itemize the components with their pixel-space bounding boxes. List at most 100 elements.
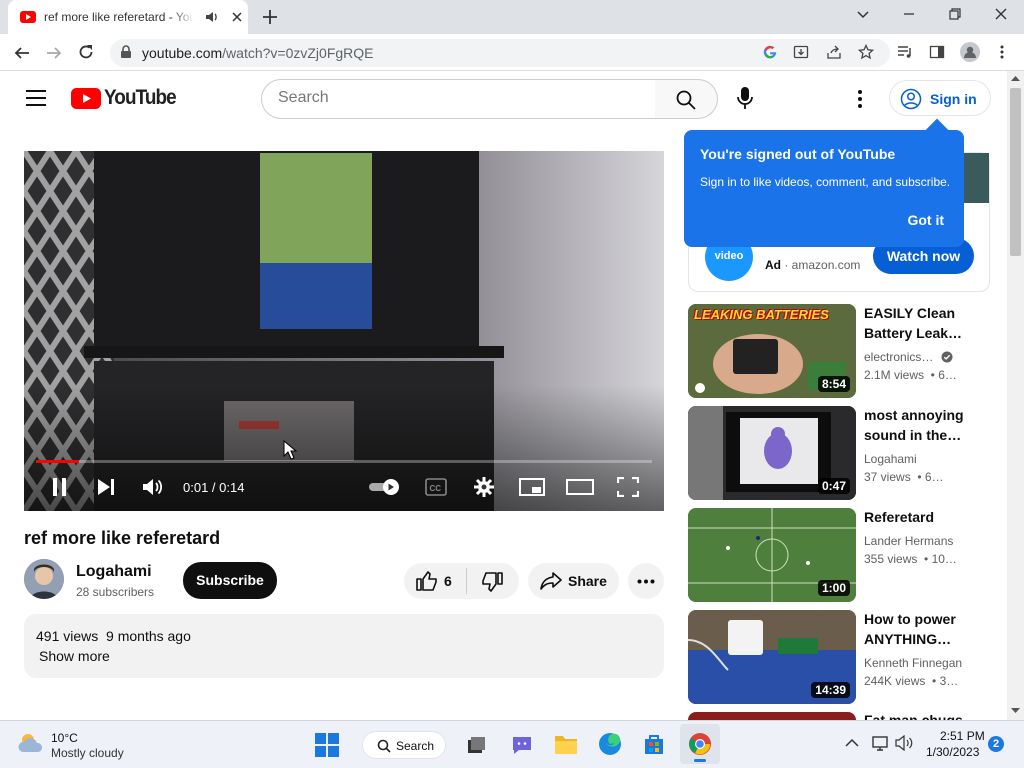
progress-bar[interactable] <box>36 460 652 463</box>
sign-in-button[interactable]: Sign in <box>889 80 991 116</box>
rec-duration: 0:47 <box>817 478 850 494</box>
lock-icon[interactable] <box>120 45 132 59</box>
subscribe-button[interactable]: Subscribe <box>183 562 277 599</box>
time-display: 0:01 / 0:14 <box>183 480 245 495</box>
rec-meta-3: 355 views • 10… <box>864 552 957 566</box>
chrome-menu-icon[interactable] <box>994 44 1010 60</box>
rec-channel-1[interactable]: electronics… <box>864 350 953 364</box>
clock-time[interactable]: 2:51 PM <box>940 729 985 743</box>
google-lens-icon[interactable] <box>762 44 778 60</box>
clock-date[interactable]: 1/30/2023 <box>926 745 979 759</box>
bookmark-star-icon[interactable] <box>858 44 874 60</box>
audio-playing-icon[interactable] <box>205 10 219 24</box>
task-view-icon[interactable] <box>466 735 486 755</box>
settings-more-icon[interactable] <box>852 89 868 109</box>
minimize-icon[interactable] <box>901 6 917 22</box>
got-it-button[interactable]: Got it <box>907 212 944 228</box>
forward-icon[interactable] <box>45 44 63 62</box>
weather-condition[interactable]: Mostly cloudy <box>51 746 124 760</box>
theater-mode-icon[interactable] <box>566 479 594 495</box>
profile-avatar-icon[interactable] <box>960 42 980 62</box>
scrollbar-thumb[interactable] <box>1010 88 1021 256</box>
guide-menu-icon[interactable] <box>26 89 46 107</box>
rec-channel-4[interactable]: Kenneth Finnegan <box>864 656 962 670</box>
thumbs-down-icon <box>482 572 503 592</box>
video-frame <box>24 151 664 511</box>
autoplay-toggle-icon[interactable] <box>367 477 403 497</box>
volume-icon[interactable] <box>142 477 164 497</box>
tab-search-chevron-icon[interactable] <box>855 6 871 22</box>
share-button[interactable]: Share <box>528 563 619 599</box>
rec-thumbnail-3[interactable]: 1:00 <box>688 508 856 602</box>
description-box[interactable]: 491 views 9 months ago Show more <box>24 614 664 678</box>
back-icon[interactable] <box>13 44 31 62</box>
video-player[interactable] <box>24 151 664 511</box>
next-video-icon[interactable] <box>96 477 116 497</box>
media-control-icon[interactable] <box>897 44 913 60</box>
channel-avatar[interactable] <box>24 559 64 599</box>
voice-search-icon[interactable] <box>737 86 753 110</box>
subtitles-icon[interactable]: CC <box>425 478 447 496</box>
more-actions-button[interactable] <box>628 563 664 599</box>
show-hidden-icons-chevron-icon[interactable] <box>845 738 859 748</box>
weather-temperature[interactable]: 10°C <box>51 731 78 745</box>
fullscreen-icon[interactable] <box>617 477 639 497</box>
close-window-icon[interactable] <box>993 6 1009 22</box>
search-icon <box>676 90 696 110</box>
browser-tab[interactable]: ref more like referetard - YouTube <box>8 0 248 34</box>
rec-title-3[interactable]: Referetard <box>864 507 984 527</box>
weather-cloud-icon[interactable] <box>17 732 45 754</box>
restore-icon[interactable] <box>947 6 963 22</box>
rec-thumbnail-1[interactable]: LEAKING BATTERIES 8:54 <box>688 304 856 398</box>
pause-icon[interactable] <box>51 477 69 497</box>
install-app-icon[interactable] <box>793 44 809 60</box>
edge-browser-icon[interactable] <box>598 732 622 756</box>
rec-meta-4: 244K views • 3… <box>864 674 959 688</box>
microsoft-store-icon[interactable] <box>642 733 666 755</box>
rec-title-2[interactable]: most annoying sound in the… <box>864 405 984 445</box>
rec-title-4[interactable]: How to power ANYTHING… <box>864 609 984 649</box>
settings-gear-icon[interactable] <box>473 476 495 498</box>
tooltip-title: You're signed out of YouTube <box>700 146 896 162</box>
dislike-button[interactable] <box>481 572 503 592</box>
youtube-logo-icon[interactable] <box>71 88 101 109</box>
speaker-icon[interactable] <box>895 735 913 751</box>
miniplayer-icon[interactable] <box>519 478 545 496</box>
channel-name[interactable]: Logahami <box>76 563 152 581</box>
more-horizontal-icon <box>637 579 655 584</box>
page-scrollbar[interactable] <box>1007 71 1024 720</box>
new-tab-icon[interactable] <box>260 7 280 27</box>
scroll-down-icon <box>1011 708 1020 713</box>
like-count: 6 <box>444 573 452 589</box>
like-button[interactable] <box>416 571 438 591</box>
reload-icon[interactable] <box>77 43 95 61</box>
youtube-logo-text[interactable]: YouTube <box>104 86 177 110</box>
ad-attribution: Ad · amazon.com <box>765 258 861 272</box>
notification-badge[interactable]: 2 <box>988 736 1004 752</box>
rec-duration: 1:00 <box>817 580 850 596</box>
rec-thumbnail-4[interactable]: 14:39 <box>688 610 856 704</box>
scroll-up-icon <box>1011 76 1020 81</box>
chat-icon[interactable] <box>510 733 534 757</box>
rec-duration: 14:39 <box>811 682 850 698</box>
rec-thumbnail-5[interactable] <box>688 712 856 720</box>
close-tab-icon[interactable] <box>230 10 244 24</box>
search-button[interactable] <box>655 79 718 119</box>
rec-title-5[interactable]: Fat man chugs <box>864 711 984 720</box>
chrome-taskbar-button[interactable] <box>680 724 720 764</box>
taskbar-search-box[interactable]: Search <box>362 731 446 759</box>
rec-thumbnail-2[interactable]: 0:47 <box>688 406 856 500</box>
share-icon[interactable] <box>826 44 842 60</box>
tooltip-body: Sign in to like videos, comment, and sub… <box>700 175 951 189</box>
mouse-cursor-icon <box>283 440 297 460</box>
rec-channel-3[interactable]: Lander Hermans <box>864 534 953 548</box>
rec-title-1[interactable]: EASILY Clean Battery Leak… <box>864 303 984 343</box>
url-text[interactable]: youtube.com/watch?v=0zvZj0FgRQE <box>142 45 374 61</box>
rec-channel-2[interactable]: Logahami <box>864 452 917 466</box>
file-explorer-icon[interactable] <box>554 733 578 755</box>
video-title: ref more like referetard <box>24 528 221 548</box>
windows-start-icon[interactable] <box>315 733 339 757</box>
side-panel-icon[interactable] <box>929 44 945 60</box>
show-more-link[interactable]: Show more <box>39 648 110 664</box>
network-icon[interactable] <box>871 735 889 751</box>
